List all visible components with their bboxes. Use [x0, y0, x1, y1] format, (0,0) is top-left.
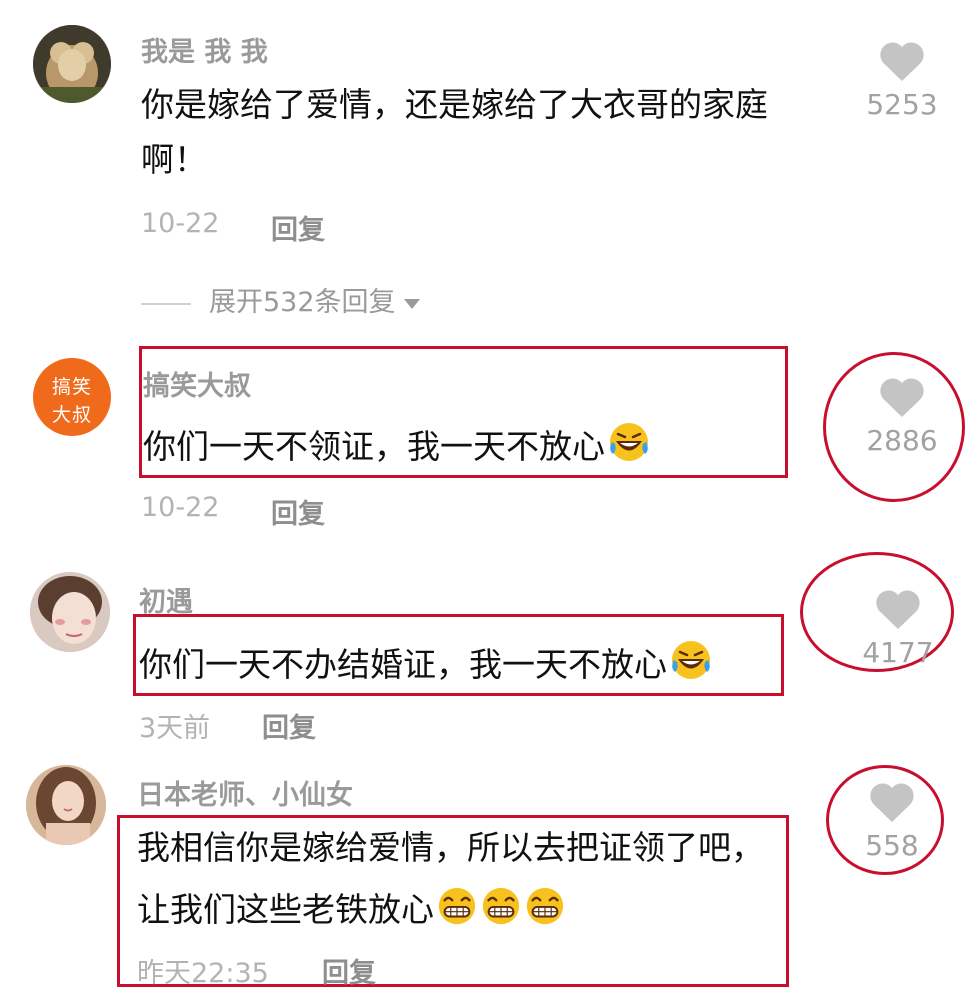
reply-button[interactable]: 回复 [262, 706, 316, 745]
comment-text-content: 你们一天不领证，我一天不放心 [143, 427, 605, 466]
comment-item: 搞笑 大叔 搞笑大叔 你们一天不领证，我一天不放心 10-22 回复 2886 [0, 340, 967, 550]
comment-text: 你们一天不办结婚证，我一天不放心 [139, 638, 713, 682]
comment-item: 日本老师、小仙女 我相信你是嫁给爱情，所以去把证领了吧， 让我们这些老铁放心 昨… [0, 755, 967, 1000]
like-button[interactable]: 2886 [852, 378, 952, 457]
divider [141, 302, 191, 305]
comment-item: 我是 我 我 你是嫁给了爱情，还是嫁给了大衣哥的家庭 啊！ 10-22 回复 5… [0, 0, 967, 330]
avatar-image [33, 25, 111, 103]
comment-date: 3天前 [139, 713, 211, 744]
avatar-image [30, 572, 110, 652]
grinning-emoji-icon [482, 887, 520, 925]
comment-date: 10-22 [141, 492, 220, 523]
grinning-emoji-icon [438, 887, 476, 925]
heart-icon [870, 783, 914, 823]
avatar-image [26, 765, 106, 845]
like-count: 2886 [866, 424, 938, 457]
avatar-text: 搞笑 [51, 376, 92, 398]
reply-button[interactable]: 回复 [271, 492, 325, 531]
heart-icon [880, 42, 924, 82]
comment-text-content: 让我们这些老铁放心 [137, 890, 434, 929]
username[interactable]: 搞笑大叔 [143, 364, 251, 403]
like-count: 558 [865, 829, 919, 862]
expand-replies-label: 展开532条回复 [209, 287, 396, 318]
like-button[interactable]: 4177 [848, 590, 948, 669]
like-count: 4177 [862, 636, 934, 669]
laughing-crying-emoji-icon [610, 423, 648, 461]
reply-button[interactable]: 回复 [322, 951, 376, 990]
avatar-text: 大叔 [51, 404, 92, 426]
username[interactable]: 日本老师、小仙女 [137, 773, 353, 812]
avatar[interactable] [33, 25, 111, 103]
avatar[interactable]: 搞笑 大叔 [33, 358, 111, 436]
comment-text: 你们一天不领证，我一天不放心 [143, 420, 651, 464]
laughing-crying-emoji-icon [672, 641, 710, 679]
comment-text: 让我们这些老铁放心 [137, 885, 566, 927]
chevron-down-icon [403, 298, 420, 309]
comment-item: 初遇 你们一天不办结婚证，我一天不放心 3天前 回复 4177 [0, 552, 967, 750]
comment-text: 啊！ [141, 140, 207, 179]
comment-date: 昨天22:35 [137, 958, 269, 989]
comment-text: 你是嫁给了爱情，还是嫁给了大衣哥的家庭 [141, 85, 768, 124]
reply-button[interactable]: 回复 [271, 208, 325, 247]
avatar[interactable] [30, 572, 110, 652]
comment-date: 10-22 [141, 208, 220, 239]
heart-icon [876, 590, 920, 630]
grinning-emoji-icon [526, 887, 564, 925]
like-count: 5253 [866, 88, 938, 121]
like-button[interactable]: 5253 [852, 42, 952, 121]
avatar[interactable] [26, 765, 106, 845]
comment-text-content: 你们一天不办结婚证，我一天不放心 [139, 645, 667, 684]
expand-replies-button[interactable]: 展开532条回复 [141, 280, 420, 319]
username[interactable]: 我是 我 我 [141, 30, 268, 69]
like-button[interactable]: 558 [842, 783, 942, 862]
comment-text: 我相信你是嫁给爱情，所以去把证领了吧， [137, 828, 764, 867]
heart-icon [880, 378, 924, 418]
